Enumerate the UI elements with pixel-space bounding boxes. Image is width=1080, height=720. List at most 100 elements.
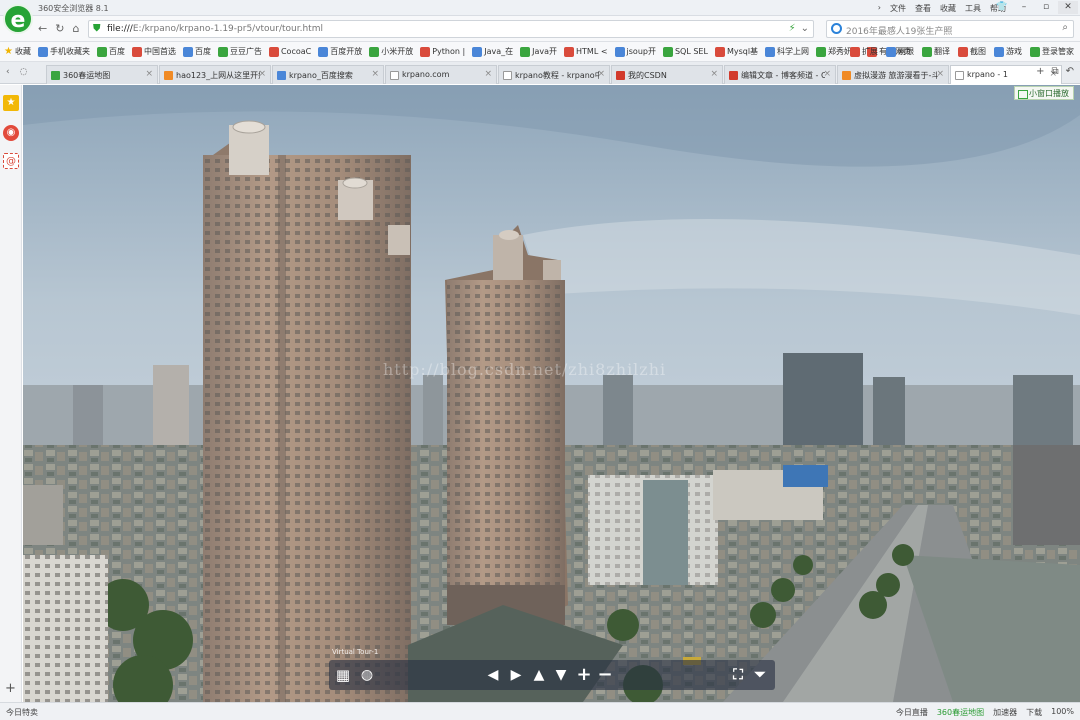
bookmark-left-14[interactable]: SQL SEL xyxy=(662,46,708,57)
panorama-viewer[interactable]: 小窗口播放 http://blog.csdn.net/zhi8zhilzhi V… xyxy=(23,85,1080,702)
bookmark-label: 小米开放 xyxy=(381,47,414,56)
menu-tools[interactable]: 工具 xyxy=(965,3,981,14)
tab-list-icon[interactable]: ⧉ xyxy=(1051,66,1058,77)
fullscreen-icon[interactable]: ⛶ xyxy=(728,664,748,686)
refresh-icon[interactable]: ↻ xyxy=(55,22,64,35)
globe-icon[interactable]: ◍ xyxy=(357,664,377,686)
bookmark-left-12[interactable]: HTML < xyxy=(564,46,608,57)
bookmark-right-3[interactable]: 截图 xyxy=(958,46,986,57)
pan-up-icon[interactable]: ▲ xyxy=(529,664,549,686)
tab-2[interactable]: krpano_百度搜索 × xyxy=(272,65,384,84)
mini-window-button[interactable]: 小窗口播放 xyxy=(1014,86,1074,100)
restore-tab-icon[interactable]: ◌ xyxy=(20,67,28,77)
bookmark-left-5[interactable]: 豆豆广告 xyxy=(217,46,262,57)
maximize-button[interactable]: ▫ xyxy=(1036,1,1056,14)
menu-view[interactable]: 查看 xyxy=(915,3,931,14)
bookmark-right-0[interactable]: 扩展 xyxy=(850,46,878,57)
mail-icon[interactable]: @ xyxy=(3,153,19,169)
tab-label: 我的CSDN xyxy=(628,71,667,80)
tab-favicon-icon xyxy=(277,71,286,80)
tab-scroll-left-icon[interactable]: ‹ xyxy=(6,67,10,77)
browser-logo-icon[interactable]: e xyxy=(3,4,33,34)
bookmark-left-15[interactable]: Mysql基 xyxy=(714,46,758,57)
back-arrow-icon[interactable]: › xyxy=(878,3,881,14)
zoom-in-icon[interactable]: + xyxy=(574,664,594,686)
daily-deals-link[interactable]: 今日特卖 xyxy=(6,707,38,718)
bookmark-left-6[interactable]: CocoaC xyxy=(268,46,312,57)
close-window-button[interactable]: ✕ xyxy=(1058,1,1078,14)
bookmark-left-16[interactable]: 科学上网 xyxy=(765,46,809,57)
back-icon[interactable]: ← xyxy=(38,22,47,35)
spring-map-link[interactable]: 360春运地图 xyxy=(937,707,984,718)
tab-1[interactable]: hao123_上网从这里开始 × xyxy=(159,65,271,84)
live-link[interactable]: 今日直播 xyxy=(896,707,928,718)
bookmarks-right: 扩展 网银 翻译 截图 游戏 登录管家 xyxy=(850,46,1074,57)
undo-close-icon[interactable]: ↶ xyxy=(1066,66,1074,77)
favorites-star-icon[interactable]: ★ xyxy=(3,95,19,111)
tab-close-icon[interactable]: × xyxy=(597,69,605,79)
tab-close-icon[interactable]: × xyxy=(145,69,153,79)
bookmark-right-5[interactable]: 登录管家 xyxy=(1030,46,1074,57)
tab-0[interactable]: 360春运地图 × xyxy=(46,65,158,84)
add-sidebar-icon[interactable]: + xyxy=(5,681,16,696)
tab-3[interactable]: krpano.com × xyxy=(385,65,497,84)
bookmark-left-0[interactable]: ★ 收藏 xyxy=(4,46,31,57)
tab-close-icon[interactable]: × xyxy=(484,69,492,79)
pan-down-icon[interactable]: ▼ xyxy=(551,664,571,686)
weibo-icon[interactable]: ◉ xyxy=(3,125,19,141)
bookmark-left-8[interactable]: 小米开放 xyxy=(369,46,413,57)
new-tab-icon[interactable]: + xyxy=(1036,66,1044,77)
pan-right-icon[interactable]: ▶ xyxy=(506,664,526,686)
bookmark-left-10[interactable]: Java_在 xyxy=(472,46,513,57)
zoom-level[interactable]: 100% xyxy=(1051,707,1074,718)
bookmark-left-13[interactable]: jsoup开 xyxy=(614,46,656,57)
y-icon xyxy=(765,46,776,57)
lightning-icon[interactable]: ⚡ xyxy=(789,23,796,34)
bookmark-left-1[interactable]: 手机收藏夹 xyxy=(37,46,90,57)
scissors-icon xyxy=(958,46,968,57)
bookmark-right-4[interactable]: 游戏 xyxy=(994,46,1022,57)
tab-7[interactable]: 虚拟漫游 旅游漫看于-斗鱼 -× xyxy=(837,65,949,84)
menu-favorites[interactable]: 收藏 xyxy=(940,3,956,14)
tab-close-icon[interactable]: × xyxy=(823,69,831,79)
skin-icon[interactable]: 👕 xyxy=(992,1,1012,14)
bookmark-left-4[interactable]: 百度 xyxy=(182,46,211,57)
minimize-button[interactable]: – xyxy=(1014,1,1034,14)
bookmark-left-2[interactable]: 百度 xyxy=(96,46,125,57)
search-engine-icon[interactable] xyxy=(831,23,842,34)
dropdown-chevron-icon[interactable]: ⌄ xyxy=(801,23,809,34)
panorama-scene[interactable] xyxy=(23,85,1080,702)
home-icon[interactable]: ⌂ xyxy=(72,22,79,35)
hide-bar-icon[interactable]: ⏷ xyxy=(750,664,770,686)
tab-close-icon[interactable]: × xyxy=(936,69,944,79)
tab-close-icon[interactable]: × xyxy=(258,69,266,79)
zoom-out-icon[interactable]: − xyxy=(595,664,615,686)
bookmark-left-7[interactable]: 百度开放 xyxy=(318,46,362,57)
menu-file[interactable]: 文件 xyxy=(890,3,906,14)
watermark: http://blog.csdn.net/zhi8zhilzhi xyxy=(383,360,667,379)
tab-close-icon[interactable]: × xyxy=(371,69,379,79)
bookmark-left-3[interactable]: 中国首选 xyxy=(131,46,176,57)
search-input[interactable]: 2016年最感人19张生产照 ⌕ xyxy=(826,20,1074,38)
pan-left-icon[interactable]: ◀ xyxy=(483,664,503,686)
bookmark-label: CocoaC xyxy=(280,47,312,56)
thumbs-grid-icon[interactable]: ▦ xyxy=(333,664,353,686)
baidu-icon xyxy=(96,46,107,57)
accelerator-button[interactable]: 加速器 xyxy=(993,707,1017,718)
bookmark-left-11[interactable]: Java开 xyxy=(520,46,557,57)
url-input[interactable]: ⛊ file:///E:/krpano/krpano-1.19-pr5/vtou… xyxy=(88,20,814,38)
tab-4[interactable]: krpano教程 - krpano中文× xyxy=(498,65,610,84)
bookmark-right-2[interactable]: 翻译 xyxy=(922,46,950,57)
bookmark-right-1[interactable]: 网银 xyxy=(886,46,914,57)
bookmark-label: 百度 xyxy=(194,47,211,56)
tab-6[interactable]: 编辑文章 - 博客频道 - CSD× xyxy=(724,65,836,84)
bookmark-label: 百度开放 xyxy=(330,47,363,56)
search-icon[interactable]: ⌕ xyxy=(1062,22,1068,33)
tab-5[interactable]: 我的CSDN × xyxy=(611,65,723,84)
bookmark-label: Python | xyxy=(432,47,466,56)
bookmark-left-9[interactable]: Python | xyxy=(420,46,465,57)
download-button[interactable]: 下载 xyxy=(1026,707,1042,718)
tab-close-icon[interactable]: × xyxy=(710,69,718,79)
url-scheme: file:/// xyxy=(107,24,133,34)
url-path: E:/krpano/krpano-1.19-pr5/vtour/tour.htm… xyxy=(132,24,323,34)
